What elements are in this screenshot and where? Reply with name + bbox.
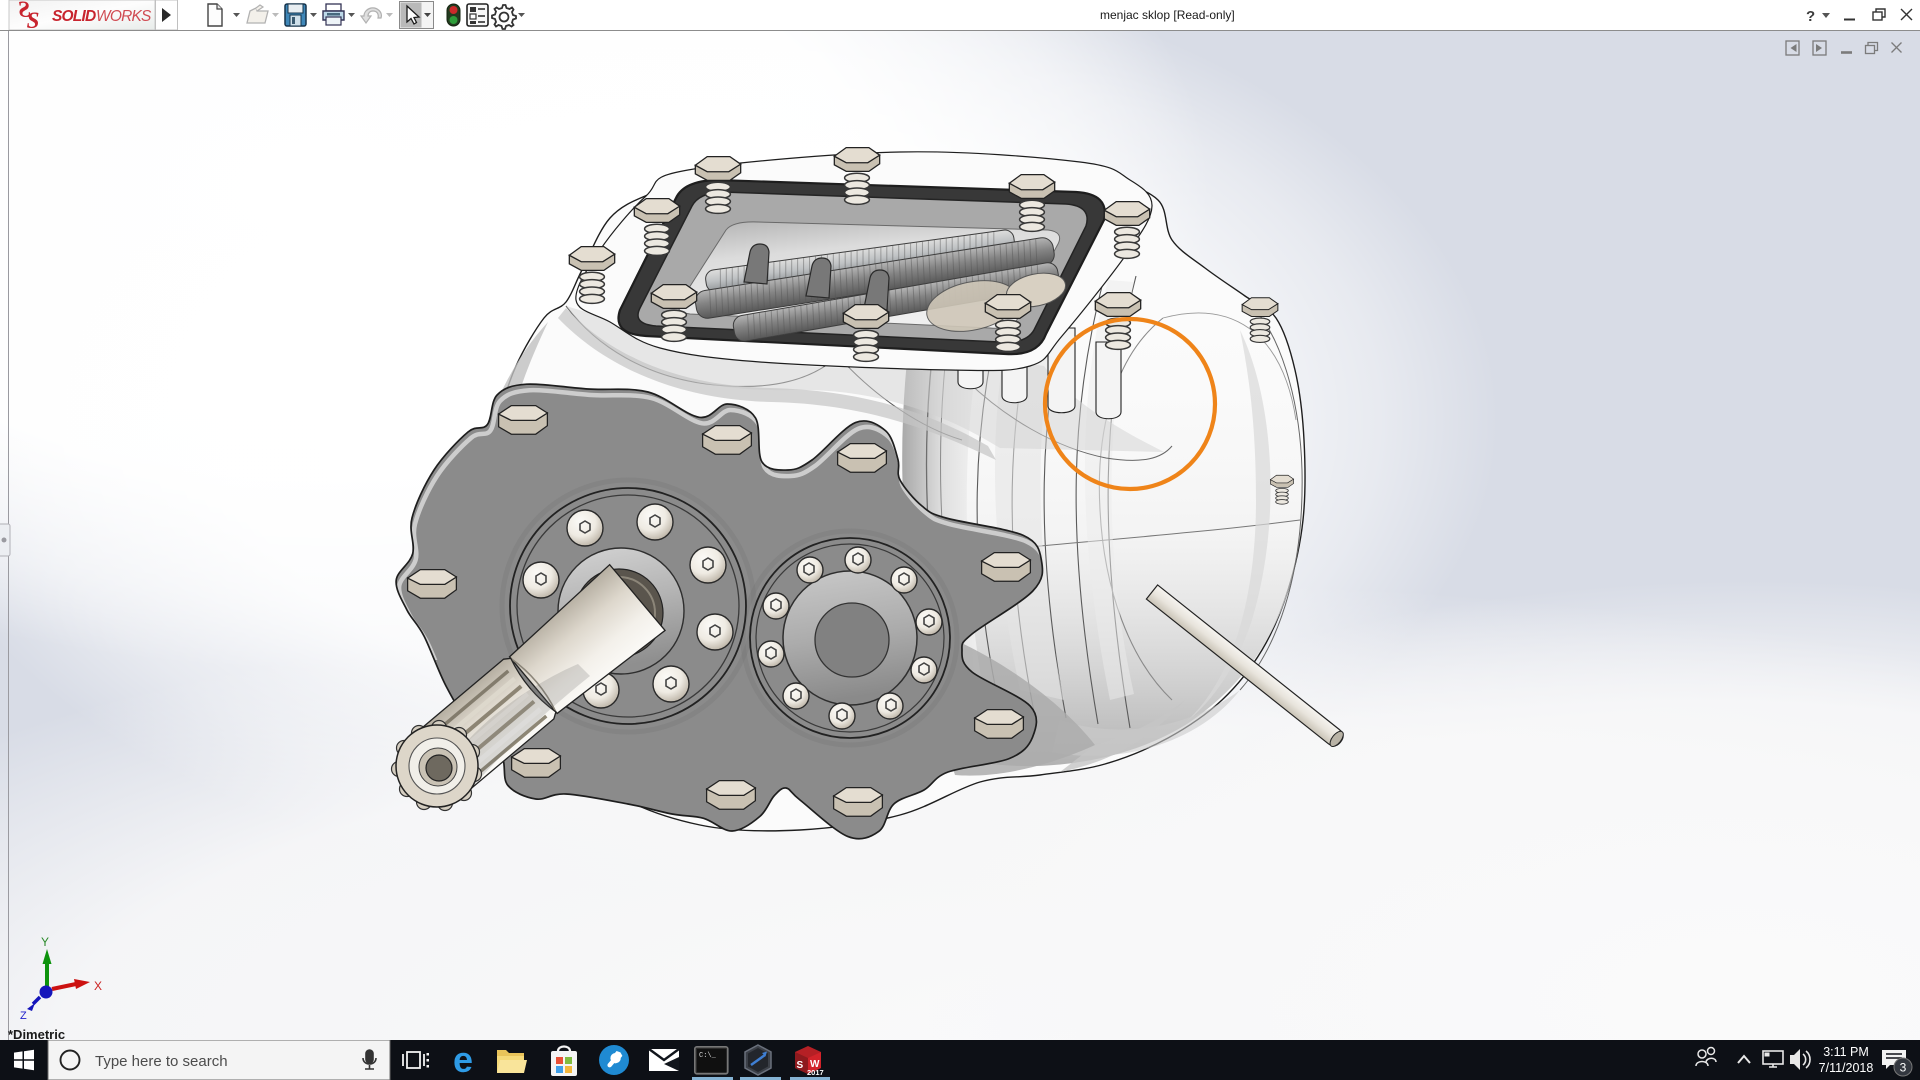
svg-text:Y: Y <box>41 935 49 949</box>
svg-text:SOLID: SOLID <box>52 8 96 25</box>
svg-text:S: S <box>797 1060 804 1071</box>
svg-text:3:11 PM: 3:11 PM <box>1823 1045 1869 1059</box>
svg-text:C:\_: C:\_ <box>699 1052 717 1060</box>
svg-text:7/11/2018: 7/11/2018 <box>1819 1061 1874 1075</box>
svg-text:2017: 2017 <box>807 1068 824 1077</box>
svg-text:3: 3 <box>1900 1061 1907 1075</box>
svg-text:X: X <box>94 979 102 993</box>
svg-text:Z: Z <box>20 1010 27 1022</box>
svg-text:WORKS: WORKS <box>96 8 152 25</box>
svg-text:e: e <box>453 1040 473 1080</box>
svg-text:S: S <box>27 8 40 30</box>
svg-text:Type here to search: Type here to search <box>95 1053 228 1070</box>
svg-text:?: ? <box>1806 8 1815 25</box>
